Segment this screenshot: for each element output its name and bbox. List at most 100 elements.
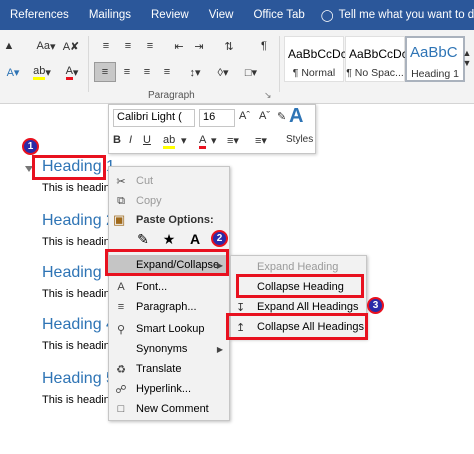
search-icon: ⚲	[116, 323, 126, 336]
clear-formatting-icon[interactable]: A✘	[62, 38, 80, 54]
tab-mailings[interactable]: Mailings	[79, 9, 141, 21]
body-text-3[interactable]: This is headin	[42, 288, 110, 300]
highlight-box-collapse-heading	[236, 274, 364, 298]
menu-label: Copy	[136, 195, 162, 207]
menu-label: Smart Lookup	[136, 323, 205, 335]
numbering-mini-icon[interactable]: ≡▾	[255, 134, 267, 147]
style-heading-1[interactable]: AaBbC Heading 1	[405, 36, 465, 82]
step-badge-2: 2	[211, 230, 228, 247]
styles-label[interactable]: Styles	[286, 134, 313, 145]
change-case-icon[interactable]: ▲	[2, 38, 16, 54]
shading-icon[interactable]: ◊▾	[212, 64, 234, 80]
menu-label: New Comment	[136, 403, 209, 415]
heading-5[interactable]: Heading 5	[42, 370, 115, 388]
heading-4[interactable]: Heading 4	[42, 316, 115, 334]
menu-label: Translate	[136, 363, 182, 375]
font-color-dropdown-icon[interactable]: ▾	[211, 134, 217, 147]
aa-label: Aa	[36, 40, 50, 52]
decrease-indent-icon[interactable]: ⇤	[170, 38, 188, 54]
paragraph-group-label: Paragraph	[148, 90, 195, 101]
highlight-box-heading	[32, 155, 106, 180]
menu-label: Expand Heading	[257, 261, 339, 273]
body-text-5[interactable]: This is headin	[42, 394, 110, 406]
lightbulb-icon: ◯	[320, 10, 334, 22]
font-icon: A	[117, 281, 125, 293]
menu-item-cut[interactable]: ✂ Cut	[109, 171, 229, 191]
body-text-1[interactable]: This is heading	[42, 182, 116, 194]
shrink-font-icon[interactable]: Aˇ	[259, 110, 270, 122]
step-badge-3: 3	[367, 297, 384, 314]
grow-font-icon[interactable]: Aˆ	[239, 110, 250, 122]
pilcrow-icon[interactable]: ¶	[256, 38, 272, 54]
menu-label: Paragraph...	[136, 301, 197, 313]
font-size-field[interactable]: 16	[199, 109, 235, 127]
menu-item-translate[interactable]: ♻ Translate	[109, 359, 229, 379]
paragraph-icon: ≡	[117, 301, 125, 313]
menu-item-font[interactable]: A Font...	[109, 277, 229, 297]
tab-office-tab[interactable]: Office Tab	[243, 9, 314, 21]
text-effects-icon[interactable]: A▾	[4, 64, 22, 80]
heading-3[interactable]: Heading 3	[42, 264, 115, 282]
copy-icon: ⧉	[117, 194, 125, 207]
bold-icon[interactable]: B	[113, 134, 121, 146]
styles-scroll-icon[interactable]: ▲ ▼	[462, 38, 472, 78]
menu-item-new-comment[interactable]: □ New Comment	[109, 399, 229, 419]
style-no-spacing[interactable]: AaBbCcDc ¶ No Spac...	[345, 36, 408, 82]
styles-icon[interactable]: A	[289, 105, 303, 128]
tab-references[interactable]: References	[0, 9, 79, 21]
font-color-mini-icon[interactable]: A	[199, 134, 207, 149]
align-left-icon[interactable]: ≡	[94, 62, 116, 82]
increase-indent-icon[interactable]: ⇥	[190, 38, 208, 54]
translate-icon: ♻	[116, 363, 126, 376]
bullets-mini-icon[interactable]: ≡▾	[227, 134, 239, 147]
font-name-field[interactable]: Calibri Light (	[113, 109, 195, 127]
font-color-icon[interactable]: A ▾	[60, 64, 84, 80]
bullets-icon[interactable]: ≡	[96, 38, 116, 54]
highlight-color-icon[interactable]: ab ▾	[30, 64, 54, 80]
style-normal[interactable]: AaBbCcDc ¶ Normal	[284, 36, 347, 82]
align-right-icon[interactable]: ≡	[138, 64, 156, 80]
paste-merge-icon[interactable]: ★	[159, 231, 179, 251]
highlight-icon[interactable]: ab	[163, 134, 176, 149]
menu-item-hyperlink[interactable]: ☍ Hyperlink...	[109, 379, 229, 399]
numbering-icon[interactable]: ≡	[118, 38, 138, 54]
multilevel-list-icon[interactable]: ≡	[140, 38, 160, 54]
menu-item-smart-lookup[interactable]: ⚲ Smart Lookup	[109, 319, 229, 339]
justify-icon[interactable]: ≡	[158, 64, 176, 80]
italic-icon[interactable]: I	[129, 134, 132, 146]
menu-label: Font...	[136, 281, 168, 293]
expand-all-icon: ↧	[236, 301, 246, 314]
highlight-dropdown-icon[interactable]: ▾	[181, 134, 187, 147]
underline-icon[interactable]: U	[143, 134, 151, 146]
tab-view[interactable]: View	[199, 9, 244, 21]
tell-me-text: Tell me what you want to do...	[338, 9, 474, 21]
body-text-4[interactable]: This is headin	[42, 340, 110, 352]
mini-toolbar: Calibri Light ( 16 Aˆ Aˇ ✎ A B I U ab ▾ …	[108, 104, 316, 154]
comment-icon: □	[117, 403, 125, 415]
format-painter-icon[interactable]: ✎	[277, 110, 286, 123]
paste-icon: ▣	[113, 212, 126, 227]
paste-text-only-icon[interactable]: A	[185, 231, 205, 251]
heading-2[interactable]: Heading 2	[42, 212, 115, 230]
paste-keep-source-icon[interactable]: ✎	[133, 231, 153, 251]
ribbon-tab-bar: References Mailings Review View Office T…	[0, 0, 474, 30]
menu-item-paragraph[interactable]: ≡ Paragraph...	[109, 297, 229, 317]
dialog-launcher-icon[interactable]: ↘	[264, 90, 272, 101]
style-name: ¶ Normal	[292, 67, 336, 79]
line-spacing-icon[interactable]: ↕▾	[184, 64, 206, 80]
style-sample: AaBbCcDc	[288, 47, 347, 61]
hyperlink-icon: ☍	[115, 383, 127, 396]
menu-item-copy[interactable]: ⧉ Copy	[109, 191, 229, 211]
menu-item-synonyms[interactable]: Synonyms ▶	[109, 339, 229, 359]
submenu-arrow-icon: ▶	[216, 344, 223, 354]
style-sample: AaBbCcDc	[349, 47, 408, 61]
align-center-icon[interactable]: ≡	[118, 64, 136, 80]
tab-review[interactable]: Review	[141, 9, 199, 21]
borders-icon[interactable]: □▾	[240, 64, 262, 80]
sort-icon[interactable]: ⇅	[220, 38, 238, 54]
tell-me-box[interactable]: ◯ Tell me what you want to do...	[315, 8, 474, 22]
menu-label: Hyperlink...	[136, 383, 192, 395]
body-text-2[interactable]: This is headin	[42, 236, 110, 248]
change-case-button[interactable]: Aa ▾	[34, 38, 58, 54]
ribbon-separator	[279, 36, 280, 92]
